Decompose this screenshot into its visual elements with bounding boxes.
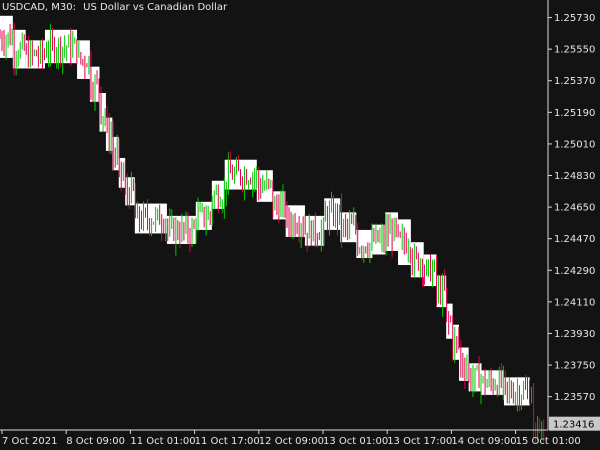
y-tick-label: 1.24470 (554, 234, 595, 245)
chart-title: USDCAD, M30: US Dollar vs Canadian Dolla… (2, 2, 227, 13)
x-tick-label: 11 Oct 01:00 (130, 436, 195, 447)
x-tick-label: 8 Oct 09:00 (66, 436, 125, 447)
y-tick-label: 1.24110 (554, 297, 595, 308)
symbol-timeframe: USDCAD, M30: (2, 2, 76, 13)
price-tag-label: 1.23416 (553, 420, 594, 431)
x-tick-label: 13 Oct 01:00 (323, 436, 388, 447)
band-step (452, 324, 460, 360)
x-tick-label: 14 Oct 09:00 (451, 436, 516, 447)
y-tick-label: 1.24650 (554, 203, 595, 214)
y-tick-label: 1.25190 (554, 108, 595, 119)
y-tick-label: 1.25730 (554, 13, 595, 24)
band-step (166, 215, 196, 244)
y-tick-label: 1.23750 (554, 361, 595, 372)
instrument-description: US Dollar vs Canadian Dollar (83, 2, 228, 13)
y-tick-label: 1.24290 (554, 266, 595, 277)
x-tick-label: 15 Oct 01:00 (516, 436, 581, 447)
y-tick-label: 1.24830 (554, 171, 595, 182)
y-tick-label: 1.23930 (554, 329, 595, 340)
current-price-tag: 1.23416 (549, 416, 600, 431)
x-tick-label: 13 Oct 17:00 (387, 436, 452, 447)
x-tick-label: 7 Oct 2021 (2, 436, 57, 447)
y-tick-label: 1.25010 (554, 139, 595, 150)
x-tick-label: 12 Oct 09:00 (259, 436, 324, 447)
x-tick-label: 11 Oct 17:00 (195, 436, 260, 447)
y-tick-label: 1.25550 (554, 45, 595, 56)
price-chart[interactable]: 1.25730 1.25550 1.25370 1.25190 1.25010 1.248… (0, 0, 600, 450)
y-tick-label: 1.23570 (554, 392, 595, 403)
y-tick-label: 1.25370 (554, 76, 595, 87)
